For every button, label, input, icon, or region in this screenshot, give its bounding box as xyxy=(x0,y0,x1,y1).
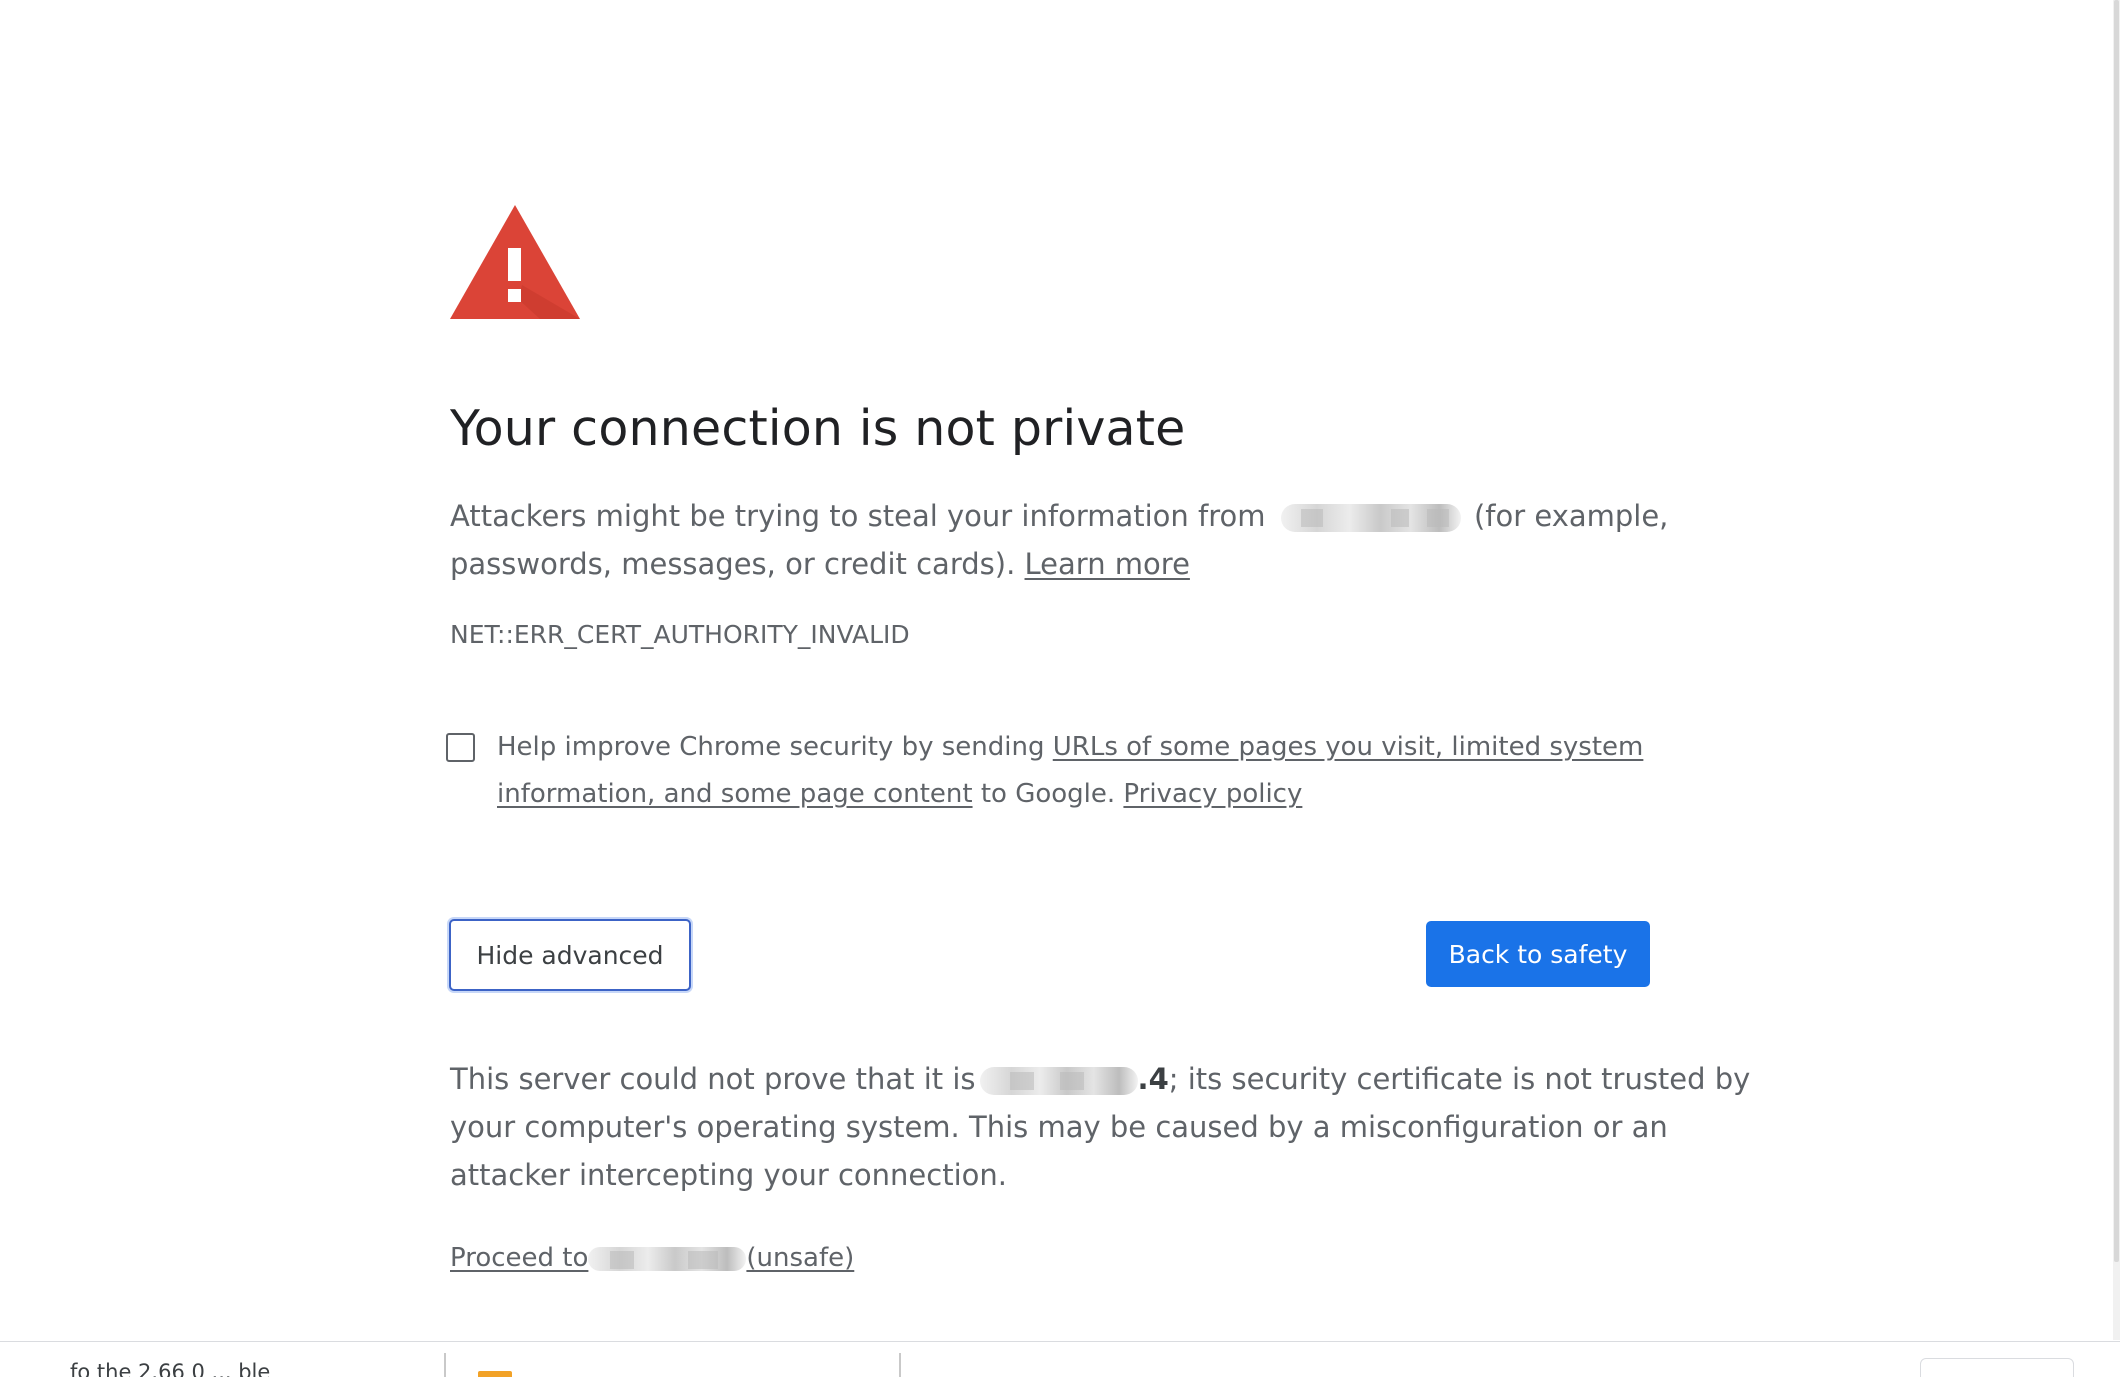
page-title: Your connection is not private xyxy=(450,400,1186,457)
report-line-1: Help improve Chrome security by sending … xyxy=(497,724,1643,771)
redacted-server-host xyxy=(979,1067,1138,1095)
intro-suffix: (for example, xyxy=(1473,499,1669,533)
report-prefix: Help improve Chrome security by sending xyxy=(497,732,1045,762)
back-to-safety-button[interactable]: Back to safety xyxy=(1426,921,1650,987)
report-checkbox[interactable] xyxy=(446,733,475,762)
error-code: NET::ERR_CERT_AUTHORITY_INVALID xyxy=(450,620,910,649)
privacy-policy-link[interactable]: Privacy policy xyxy=(1123,779,1302,809)
download-item-text[interactable]: fo the 2.66 0 ... ble xyxy=(70,1360,270,1377)
shelf-divider xyxy=(444,1353,446,1377)
warning-triangle-icon xyxy=(450,205,580,319)
details-line1-suffix: ; its security certificate is not truste… xyxy=(1168,1062,1751,1096)
browser-viewport: Your connection is not private Attackers… xyxy=(0,0,2120,1377)
server-host-tail: .4 xyxy=(1137,1062,1169,1096)
show-all-downloads-button[interactable] xyxy=(1920,1358,2074,1377)
report-middle: to Google. xyxy=(980,779,1116,809)
proceed-suffix[interactable]: (unsafe) xyxy=(746,1243,854,1273)
intro-line-1: Attackers might be trying to steal your … xyxy=(450,492,1668,540)
download-shelf xyxy=(0,1341,2120,1377)
details-line-2: your computer's operating system. This m… xyxy=(450,1110,1668,1144)
redacted-hostname xyxy=(1280,504,1461,532)
shelf-divider xyxy=(899,1353,901,1377)
intro-prefix: Attackers might be trying to steal your … xyxy=(450,499,1266,533)
intro-line-2: passwords, messages, or credit cards). L… xyxy=(450,540,1668,588)
details-paragraph: This server could not prove that it is .… xyxy=(450,1055,1750,1199)
report-text: Help improve Chrome security by sending … xyxy=(497,724,1643,818)
scrollbar-thumb[interactable] xyxy=(2114,0,2119,1262)
report-line-2: information, and some page content to Go… xyxy=(497,771,1643,818)
urls-link-part1[interactable]: URLs of some pages you visit, limited sy… xyxy=(1053,732,1644,762)
details-line1-prefix: This server could not prove that it is xyxy=(450,1062,976,1096)
details-line-3: attacker intercepting your connection. xyxy=(450,1158,1007,1192)
intro-line2-text: passwords, messages, or credit cards). xyxy=(450,547,1016,581)
proceed-unsafe-link[interactable]: Proceed to (unsafe) xyxy=(450,1243,854,1273)
details-line-1: This server could not prove that it is .… xyxy=(450,1055,1750,1103)
proceed-prefix[interactable]: Proceed to xyxy=(450,1243,588,1273)
intro-paragraph: Attackers might be trying to steal your … xyxy=(450,492,1668,588)
urls-link-part2[interactable]: information, and some page content xyxy=(497,779,973,809)
hide-advanced-button[interactable]: Hide advanced xyxy=(449,919,691,991)
redacted-proceed-host xyxy=(588,1246,747,1271)
learn-more-link[interactable]: Learn more xyxy=(1025,547,1190,581)
file-icon xyxy=(478,1371,512,1377)
